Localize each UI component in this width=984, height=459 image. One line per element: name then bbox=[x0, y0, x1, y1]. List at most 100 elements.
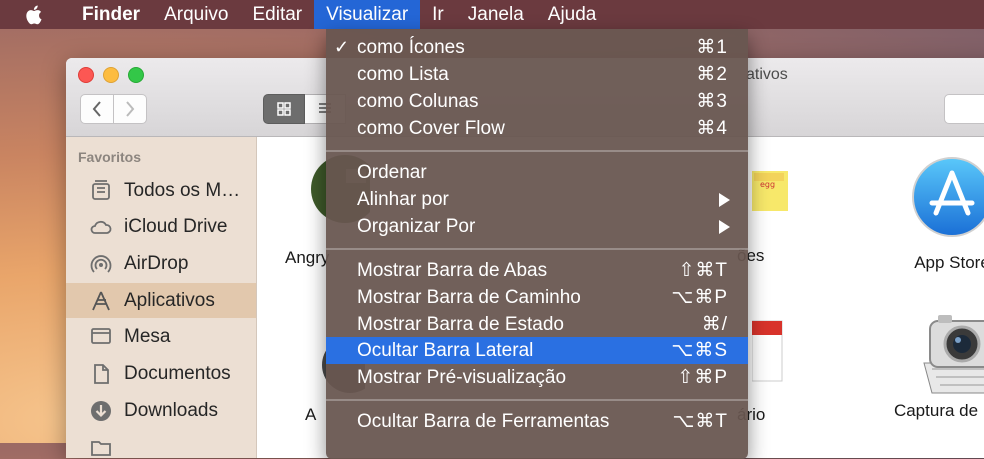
window-controls bbox=[78, 67, 144, 83]
applications-icon bbox=[88, 288, 114, 314]
file-label: App Store bbox=[914, 253, 984, 272]
app-store-icon bbox=[912, 157, 984, 237]
menu-item-shortcut: ⌥⌘S bbox=[671, 340, 728, 361]
zoom-button[interactable] bbox=[128, 67, 144, 83]
sidebar-item-mesa[interactable]: Mesa bbox=[66, 319, 256, 354]
menu-item-shortcut: ⌘4 bbox=[696, 118, 728, 139]
documents-icon bbox=[88, 361, 114, 387]
back-button[interactable] bbox=[80, 94, 114, 124]
menu-item-alinhar-por[interactable]: Alinhar por bbox=[326, 186, 748, 213]
menu-ajuda[interactable]: Ajuda bbox=[536, 0, 609, 29]
desktop-icon bbox=[88, 324, 114, 350]
menu-item-como-colunas[interactable]: como Colunas ⌘3 bbox=[326, 88, 748, 115]
menu-item-label: Mostrar Barra de Estado bbox=[357, 313, 564, 335]
menu-item-como-lista[interactable]: como Lista ⌘2 bbox=[326, 61, 748, 88]
sidebar-item-downloads[interactable]: Downloads bbox=[66, 393, 256, 428]
sidebar-item-label: AirDrop bbox=[124, 252, 189, 274]
menu-item-shortcut: ⌘1 bbox=[696, 37, 728, 58]
file-label: Captura de Image bbox=[893, 401, 984, 420]
menu-item-como-cover-flow[interactable]: como Cover Flow ⌘4 bbox=[326, 115, 748, 142]
submenu-arrow-icon bbox=[719, 219, 730, 234]
menu-bar: Finder Arquivo Editar Visualizar Ir Jane… bbox=[0, 0, 984, 29]
menu-item-organizar-por[interactable]: Organizar Por bbox=[326, 213, 748, 240]
sidebar: Favoritos Todos os M… iCloud Drive AirDr… bbox=[66, 137, 257, 458]
close-button[interactable] bbox=[78, 67, 94, 83]
menu-item-label: como Lista bbox=[357, 63, 449, 85]
menu-item-mostrar-barra-abas[interactable]: Mostrar Barra de Abas ⇧⌘T bbox=[326, 257, 748, 284]
menu-item-label: Mostrar Pré-visualização bbox=[357, 366, 567, 388]
menu-item-mostrar-barra-caminho[interactable]: Mostrar Barra de Caminho ⌥⌘P bbox=[326, 284, 748, 311]
submenu-arrow-icon bbox=[719, 192, 730, 207]
menu-item-label: como Ícones bbox=[357, 36, 465, 58]
visualizar-dropdown-menu: ✓ como Ícones ⌘1 como Lista ⌘2 como Colu… bbox=[326, 29, 748, 459]
file-label: A bbox=[305, 405, 317, 424]
menu-item-mostrar-pre-visualizacao[interactable]: Mostrar Pré-visualização ⇧⌘P bbox=[326, 364, 748, 391]
menu-item-label: Alinhar por bbox=[357, 188, 449, 210]
file-item-image-capture[interactable]: Captura de Image bbox=[887, 313, 984, 421]
icon-view-button[interactable] bbox=[263, 94, 305, 124]
navigation-buttons bbox=[80, 94, 147, 124]
sidebar-item-folder[interactable] bbox=[66, 430, 256, 458]
menu-item-shortcut: ⌘3 bbox=[696, 91, 728, 112]
menu-item-shortcut: ⌥⌘T bbox=[672, 411, 728, 432]
menu-finder[interactable]: Finder bbox=[70, 0, 152, 29]
menu-editar[interactable]: Editar bbox=[240, 0, 314, 29]
sidebar-heading: Favoritos bbox=[78, 149, 142, 165]
menu-item-label: Ocultar Barra Lateral bbox=[357, 339, 534, 361]
sidebar-item-aplicativos[interactable]: Aplicativos bbox=[66, 283, 256, 318]
apple-logo-icon[interactable] bbox=[0, 3, 70, 27]
search-field[interactable] bbox=[944, 94, 984, 124]
menu-separator bbox=[326, 399, 748, 401]
menu-item-shortcut: ⌘2 bbox=[696, 64, 728, 85]
downloads-icon bbox=[88, 398, 114, 424]
menu-item-como-icones[interactable]: ✓ como Ícones ⌘1 bbox=[326, 34, 748, 61]
airdrop-icon bbox=[88, 251, 114, 277]
menu-janela[interactable]: Janela bbox=[456, 0, 536, 29]
chevron-left-icon bbox=[92, 101, 101, 117]
menu-separator bbox=[326, 150, 748, 152]
menu-item-shortcut: ⇧⌘T bbox=[678, 260, 728, 281]
sidebar-item-label: Downloads bbox=[124, 399, 218, 421]
cloud-icon bbox=[88, 214, 114, 240]
sidebar-item-todos[interactable]: Todos os M… bbox=[66, 173, 256, 208]
svg-text:egg: egg bbox=[760, 180, 775, 189]
menu-item-ordenar[interactable]: Ordenar bbox=[326, 159, 748, 186]
sidebar-item-icloud[interactable]: iCloud Drive bbox=[66, 209, 256, 244]
calendar-icon bbox=[752, 320, 783, 382]
menu-separator bbox=[326, 248, 748, 250]
sidebar-item-documentos[interactable]: Documentos bbox=[66, 356, 256, 391]
menu-item-label: como Cover Flow bbox=[357, 117, 505, 139]
menu-arquivo[interactable]: Arquivo bbox=[152, 0, 240, 29]
all-files-icon bbox=[88, 178, 114, 204]
chevron-right-icon bbox=[126, 101, 135, 117]
sidebar-item-label: Documentos bbox=[124, 362, 231, 384]
folder-icon bbox=[88, 435, 114, 459]
menu-item-label: Ordenar bbox=[357, 161, 427, 183]
menu-item-label: Mostrar Barra de Caminho bbox=[357, 286, 581, 308]
menu-item-label: Ocultar Barra de Ferramentas bbox=[357, 410, 610, 432]
sidebar-item-airdrop[interactable]: AirDrop bbox=[66, 246, 256, 281]
window-title: ativos bbox=[746, 66, 788, 83]
checkmark-icon: ✓ bbox=[334, 37, 350, 57]
menu-item-shortcut: ⇧⌘P bbox=[677, 367, 728, 388]
menu-item-ocultar-barra-lateral[interactable]: Ocultar Barra Lateral ⌥⌘S bbox=[326, 337, 748, 364]
stickies-icon: egg bbox=[752, 171, 788, 211]
sidebar-item-label: iCloud Drive bbox=[124, 215, 228, 237]
file-label: Angry bbox=[285, 248, 330, 267]
menu-visualizar[interactable]: Visualizar bbox=[314, 0, 421, 29]
sidebar-item-label: Todos os M… bbox=[124, 179, 241, 201]
menu-item-shortcut: ⌘/ bbox=[701, 314, 728, 335]
menu-item-label: Mostrar Barra de Abas bbox=[357, 259, 548, 281]
minimize-button[interactable] bbox=[103, 67, 119, 83]
menu-item-ocultar-barra-ferramentas[interactable]: Ocultar Barra de Ferramentas ⌥⌘T bbox=[326, 408, 748, 435]
menu-item-mostrar-barra-estado[interactable]: Mostrar Barra de Estado ⌘/ bbox=[326, 311, 748, 338]
file-item-app-store[interactable]: App Store bbox=[897, 155, 984, 273]
menu-item-label: Organizar Por bbox=[357, 215, 476, 237]
menu-item-shortcut: ⌥⌘P bbox=[671, 287, 728, 308]
forward-button[interactable] bbox=[114, 94, 147, 124]
menu-ir[interactable]: Ir bbox=[420, 0, 456, 29]
menu-item-label: como Colunas bbox=[357, 90, 479, 112]
grid-icon bbox=[277, 102, 291, 116]
sidebar-item-label: Mesa bbox=[124, 325, 171, 347]
sidebar-item-label: Aplicativos bbox=[124, 289, 215, 311]
